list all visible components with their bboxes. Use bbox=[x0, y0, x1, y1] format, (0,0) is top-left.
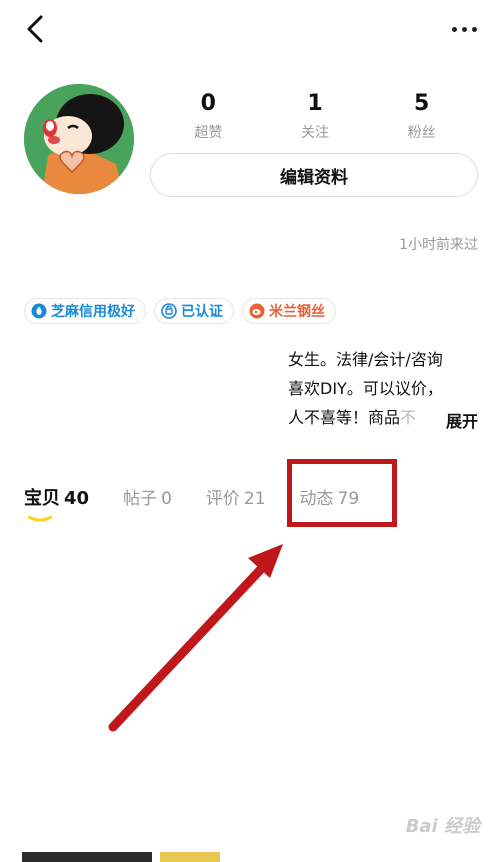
bio-line-text: 人不喜等！商品 bbox=[288, 408, 401, 427]
badge-verified[interactable]: 已认证 bbox=[154, 298, 234, 324]
weibo-icon bbox=[249, 303, 265, 319]
profile-stats: 0 超赞 1 关注 5 粉丝 bbox=[155, 90, 475, 142]
badge-label: 米兰钢丝 bbox=[269, 304, 325, 320]
active-tab-indicator bbox=[28, 516, 52, 522]
badge-label: 芝麻信用极好 bbox=[51, 304, 135, 320]
item-thumbnail[interactable] bbox=[22, 852, 152, 862]
badge-row: 芝麻信用极好 已认证 米兰钢丝 bbox=[24, 298, 336, 324]
tab-items[interactable]: 宝贝 40 bbox=[24, 484, 89, 510]
badge-label: 已认证 bbox=[181, 304, 223, 320]
tab-label: 宝贝 bbox=[24, 488, 60, 509]
avatar[interactable] bbox=[24, 84, 134, 194]
more-dots-icon bbox=[451, 26, 457, 32]
watermark-text: Bai 经验 bbox=[405, 816, 480, 837]
back-button[interactable] bbox=[18, 12, 52, 46]
chevron-left-icon bbox=[27, 15, 43, 43]
stat-value: 1 bbox=[307, 91, 323, 116]
stat-label: 粉丝 bbox=[407, 125, 436, 141]
tab-count: 21 bbox=[243, 489, 266, 509]
stat-label: 关注 bbox=[300, 125, 329, 141]
item-grid-peek bbox=[22, 852, 478, 862]
badge-weibo[interactable]: 米兰钢丝 bbox=[242, 298, 336, 324]
more-dot bbox=[461, 26, 467, 32]
badge-zhima-credit[interactable]: 芝麻信用极好 bbox=[24, 298, 146, 324]
cartoon-avatar bbox=[24, 84, 134, 194]
bio-line-fade: 不 bbox=[400, 408, 417, 427]
bio-line: 女生。法律/会计/咨询 bbox=[288, 350, 443, 369]
bio-line: 喜欢DIY。可以议价， bbox=[288, 379, 443, 398]
tab-count: 0 bbox=[161, 489, 172, 509]
item-thumbnail[interactable] bbox=[160, 852, 220, 862]
more-button[interactable] bbox=[444, 14, 484, 44]
edit-profile-button[interactable]: 编辑资料 bbox=[150, 153, 478, 197]
stat-label: 超赞 bbox=[194, 125, 223, 141]
tab-label: 帖子 bbox=[123, 489, 158, 509]
stat-likes[interactable]: 0 超赞 bbox=[163, 90, 253, 142]
top-bar bbox=[0, 0, 500, 60]
stat-following[interactable]: 1 关注 bbox=[270, 90, 360, 142]
tab-count: 40 bbox=[64, 488, 90, 509]
stat-followers[interactable]: 5 粉丝 bbox=[377, 90, 467, 142]
tab-reviews[interactable]: 评价 21 bbox=[206, 484, 266, 509]
verified-icon bbox=[161, 303, 177, 319]
annotation-highlight-box bbox=[287, 459, 397, 527]
tab-label: 评价 bbox=[205, 489, 240, 509]
zhima-icon bbox=[31, 303, 47, 319]
expand-bio-button[interactable]: 展开 bbox=[439, 408, 478, 432]
stat-value: 5 bbox=[413, 91, 430, 116]
last-seen-text: 1小时前来过 bbox=[399, 237, 478, 253]
more-dot bbox=[471, 26, 477, 32]
tab-posts[interactable]: 帖子 0 bbox=[123, 484, 172, 509]
stat-value: 0 bbox=[200, 91, 216, 116]
